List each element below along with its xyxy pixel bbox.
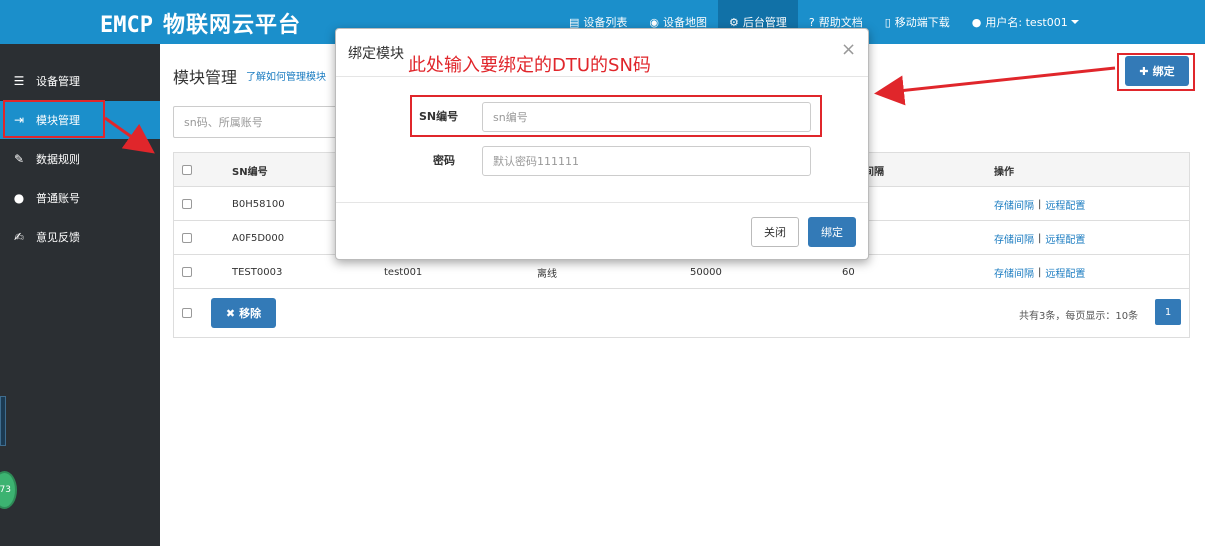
page-title: 模块管理 xyxy=(173,68,238,87)
sidebar-item-label: 数据规则 xyxy=(36,153,80,166)
op-separator: | xyxy=(1038,198,1042,210)
floating-badge-text: 73 xyxy=(0,485,11,495)
footer-select-checkbox[interactable] xyxy=(182,289,192,337)
list-icon: ▤ xyxy=(569,15,580,29)
table-footer: ✖ 移除 共有3条，每页显示：10条 1 xyxy=(174,289,1189,337)
pagination-info: 共有3条，每页显示：10条 xyxy=(1019,311,1139,322)
question-icon: ? xyxy=(808,15,815,29)
list-icon: ☰ xyxy=(13,74,25,88)
remove-button[interactable]: ✖ 移除 xyxy=(211,298,276,328)
globe-icon: ◉ xyxy=(649,15,660,29)
annotation-box-sn-field xyxy=(410,95,822,137)
table-row: TEST0003 test001 离线 50000 60 存储间隔 | 远程配置 xyxy=(174,255,1189,289)
column-header-operations: 操作 xyxy=(994,166,1014,178)
op-separator: | xyxy=(1038,232,1042,244)
cell-operations: 存储间隔 | 远程配置 xyxy=(994,221,1085,255)
nav-label: 移动端下载 xyxy=(894,16,950,29)
search-input[interactable]: sn码、所属账号 xyxy=(173,106,343,138)
row-checkbox[interactable] xyxy=(182,255,192,289)
cell-status: 离线 xyxy=(537,268,557,280)
sidebar-item-device-management[interactable]: ☰ 设备管理 xyxy=(0,62,160,100)
dialog-divider xyxy=(336,202,868,203)
store-interval-link[interactable]: 存储间隔 xyxy=(994,197,1034,212)
column-header-sn: SN编号 xyxy=(232,166,268,178)
password-label: 密码 xyxy=(433,154,455,167)
cell-sn: A0F5D000 xyxy=(232,232,285,244)
edit-icon: ✍ xyxy=(13,230,25,244)
sidebar-item-data-rules[interactable]: ✎ 数据规则 xyxy=(0,140,160,178)
password-placeholder: 默认密码111111 xyxy=(493,155,579,168)
sidebar-item-label: 意见反馈 xyxy=(36,231,80,244)
cell-sn: B0H58100 xyxy=(232,198,285,210)
logo-mark: EMCP xyxy=(100,13,153,38)
annotation-box-bind-button xyxy=(1117,53,1195,91)
brand-title: 物联网云平台 xyxy=(162,13,301,38)
remote-config-link[interactable]: 远程配置 xyxy=(1045,197,1085,212)
annotation-text: 此处输入要绑定的DTU的SN码 xyxy=(408,55,651,76)
sidebar-item-feedback[interactable]: ✍ 意见反馈 xyxy=(0,218,160,256)
sidebar-item-label: 普通账号 xyxy=(36,192,80,205)
close-icon: ✖ xyxy=(225,306,236,320)
store-interval-link[interactable]: 存储间隔 xyxy=(994,265,1034,280)
search-placeholder: sn码、所属账号 xyxy=(184,116,263,129)
caret-down-icon xyxy=(1070,20,1079,24)
dialog-title: 绑定模块 xyxy=(348,46,404,62)
nav-user-menu[interactable]: ● 用户名: test001 xyxy=(961,0,1090,44)
op-separator: | xyxy=(1038,266,1042,278)
user-icon: ● xyxy=(971,15,982,29)
floating-badge[interactable]: 73 xyxy=(0,471,17,509)
side-widget-bar[interactable] xyxy=(0,396,6,446)
row-checkbox[interactable] xyxy=(182,221,192,255)
cell-operations: 存储间隔 | 远程配置 xyxy=(994,187,1085,221)
nav-mobile-download[interactable]: ▯ 移动端下载 xyxy=(874,0,961,44)
dialog-close-icon[interactable]: × xyxy=(841,39,856,60)
help-link[interactable]: 了解如何管理模块 xyxy=(246,68,326,83)
user-icon: ● xyxy=(13,191,25,205)
sidebar-item-normal-accounts[interactable]: ● 普通账号 xyxy=(0,179,160,217)
remove-button-label: 移除 xyxy=(239,307,262,320)
cell-operations: 存储间隔 | 远程配置 xyxy=(994,255,1085,289)
pencil-icon: ✎ xyxy=(13,152,25,166)
nav-label: 用户名: test001 xyxy=(985,16,1068,29)
cell-interval: 60 xyxy=(842,266,855,278)
close-button[interactable]: 关闭 xyxy=(751,217,799,247)
password-input[interactable]: 默认密码111111 xyxy=(482,146,811,176)
remote-config-link[interactable]: 远程配置 xyxy=(1045,265,1085,280)
cell-value: 50000 xyxy=(690,266,722,278)
remote-config-link[interactable]: 远程配置 xyxy=(1045,231,1085,246)
sidebar-item-label: 设备管理 xyxy=(36,75,80,88)
annotation-box-sidebar xyxy=(3,100,105,138)
mobile-icon: ▯ xyxy=(884,15,891,29)
cell-sn: TEST0003 xyxy=(232,266,283,278)
cell-account: test001 xyxy=(384,266,423,278)
row-checkbox[interactable] xyxy=(182,187,192,221)
brand-logo[interactable]: EMCP 物联网云平台 xyxy=(100,7,301,39)
select-all-checkbox[interactable] xyxy=(182,153,192,187)
gears-icon: ⚙ xyxy=(729,15,739,29)
confirm-bind-button[interactable]: 绑定 xyxy=(808,217,856,247)
pagination-page-1[interactable]: 1 xyxy=(1155,299,1181,325)
store-interval-link[interactable]: 存储间隔 xyxy=(994,231,1034,246)
